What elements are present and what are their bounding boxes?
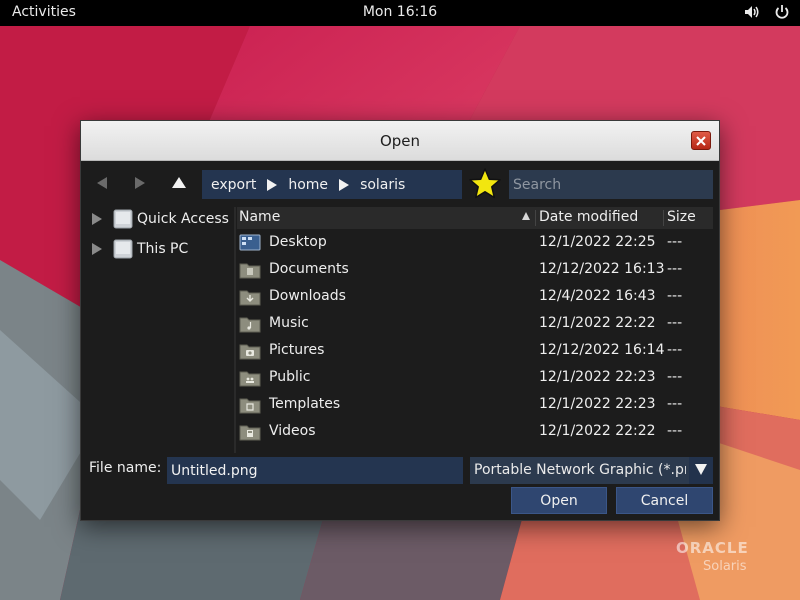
path-crumb-export[interactable]: export [206,177,261,193]
file-date: 12/1/2022 22:22 [539,423,656,439]
sidebar-item-quick-access[interactable]: Quick Access [89,207,229,231]
cancel-button[interactable]: Cancel [616,487,713,514]
file-row-music[interactable]: Music 12/1/2022 22:22 --- [237,310,713,337]
documents-folder-icon [239,263,261,279]
file-size: --- [667,369,683,385]
pictures-folder-icon [239,344,261,360]
file-size: --- [667,396,683,412]
path-bar: export home solaris [202,170,462,199]
file-name: Public [269,369,311,385]
expander-icon[interactable] [89,211,105,227]
file-size: --- [667,315,683,331]
filetype-value: Portable Network Graphic (*.png) [474,462,686,478]
chevron-down-icon [695,464,707,475]
desktop-folder-icon [239,234,261,251]
file-row-downloads[interactable]: Downloads 12/4/2022 16:43 --- [237,283,713,310]
file-size: --- [667,288,683,304]
templates-folder-icon [239,398,261,414]
logo-product: Solaris [703,559,747,574]
sort-ascending-icon [522,212,530,220]
filename-label: File name: [89,460,162,476]
file-row-public[interactable]: Public 12/1/2022 22:23 --- [237,364,713,391]
file-list: Name Date modified Size Desktop 12/1/2022… [237,207,713,453]
file-name: Templates [269,396,341,412]
column-header-name[interactable]: Name [239,209,280,225]
up-arrow-icon [172,177,186,188]
file-date: 12/1/2022 22:23 [539,369,656,385]
close-icon [696,136,706,146]
power-icon[interactable] [774,4,790,20]
file-size: --- [667,261,683,277]
file-date: 12/1/2022 22:23 [539,396,656,412]
music-folder-icon [239,317,261,333]
file-name: Documents [269,261,349,277]
path-separator-icon [333,178,355,192]
file-date: 12/12/2022 16:13 [539,261,665,277]
file-name: Music [269,315,309,331]
favorite-button[interactable] [468,167,502,201]
sidebar-item-this-pc[interactable]: This PC [89,237,188,261]
open-button[interactable]: Open [511,487,607,514]
file-row-desktop[interactable]: Desktop 12/1/2022 22:25 --- [237,229,713,256]
forward-button[interactable] [133,176,155,196]
filetype-select[interactable]: Portable Network Graphic (*.png) [470,457,713,484]
sidebar-item-label: This PC [137,241,189,257]
forward-arrow-icon [135,177,145,189]
path-crumb-solaris[interactable]: solaris [355,177,410,193]
file-date: 12/1/2022 22:25 [539,234,656,250]
up-button[interactable] [171,176,193,196]
file-date: 12/1/2022 22:22 [539,315,656,331]
close-button[interactable] [691,131,711,150]
file-row-pictures[interactable]: Pictures 12/12/2022 16:14 --- [237,337,713,364]
filetype-dropdown-button[interactable] [689,457,713,484]
drive-icon [113,239,133,259]
column-header-date[interactable]: Date modified [539,209,638,225]
file-name: Videos [269,423,316,439]
logo-brand: ORACLE [676,539,749,557]
sidebar: Quick Access This PC [89,207,235,453]
file-size: --- [667,423,683,439]
back-arrow-icon [97,177,107,189]
path-crumb-home[interactable]: home [283,177,333,193]
pane-divider[interactable] [234,207,236,453]
file-row-templates[interactable]: Templates 12/1/2022 22:23 --- [237,391,713,418]
search-input[interactable] [509,170,713,199]
column-separator[interactable] [535,210,536,226]
dialog-titlebar[interactable]: Open [81,121,719,161]
file-date: 12/12/2022 16:14 [539,342,665,358]
file-list-header: Name Date modified Size [237,207,713,229]
expander-icon[interactable] [89,241,105,257]
file-name: Desktop [269,234,327,250]
activities-button[interactable]: Activities [12,4,76,20]
column-header-size[interactable]: Size [667,209,696,225]
oracle-solaris-logo: ORACLE Solaris [676,539,749,574]
file-size: --- [667,342,683,358]
dialog-title: Open [379,132,421,150]
open-dialog: Open export home solaris Search Quick Ac… [80,120,720,521]
drive-icon [113,209,133,229]
star-icon [469,168,501,199]
file-size: --- [667,234,683,250]
volume-icon[interactable] [744,5,760,19]
downloads-folder-icon [239,290,261,306]
videos-folder-icon [239,425,261,441]
public-folder-icon [239,371,261,387]
file-row-documents[interactable]: Documents 12/12/2022 16:13 --- [237,256,713,283]
file-date: 12/4/2022 16:43 [539,288,656,304]
filename-input[interactable] [167,457,463,484]
top-bar: Activities Mon 16:16 [0,0,800,26]
file-row-videos[interactable]: Videos 12/1/2022 22:22 --- [237,418,713,445]
back-button[interactable] [95,176,117,196]
file-name: Pictures [269,342,325,358]
file-name: Downloads [269,288,346,304]
sidebar-item-label: Quick Access [137,211,229,227]
column-separator[interactable] [663,210,664,226]
clock[interactable]: Mon 16:16 [363,4,437,20]
path-separator-icon [261,178,283,192]
